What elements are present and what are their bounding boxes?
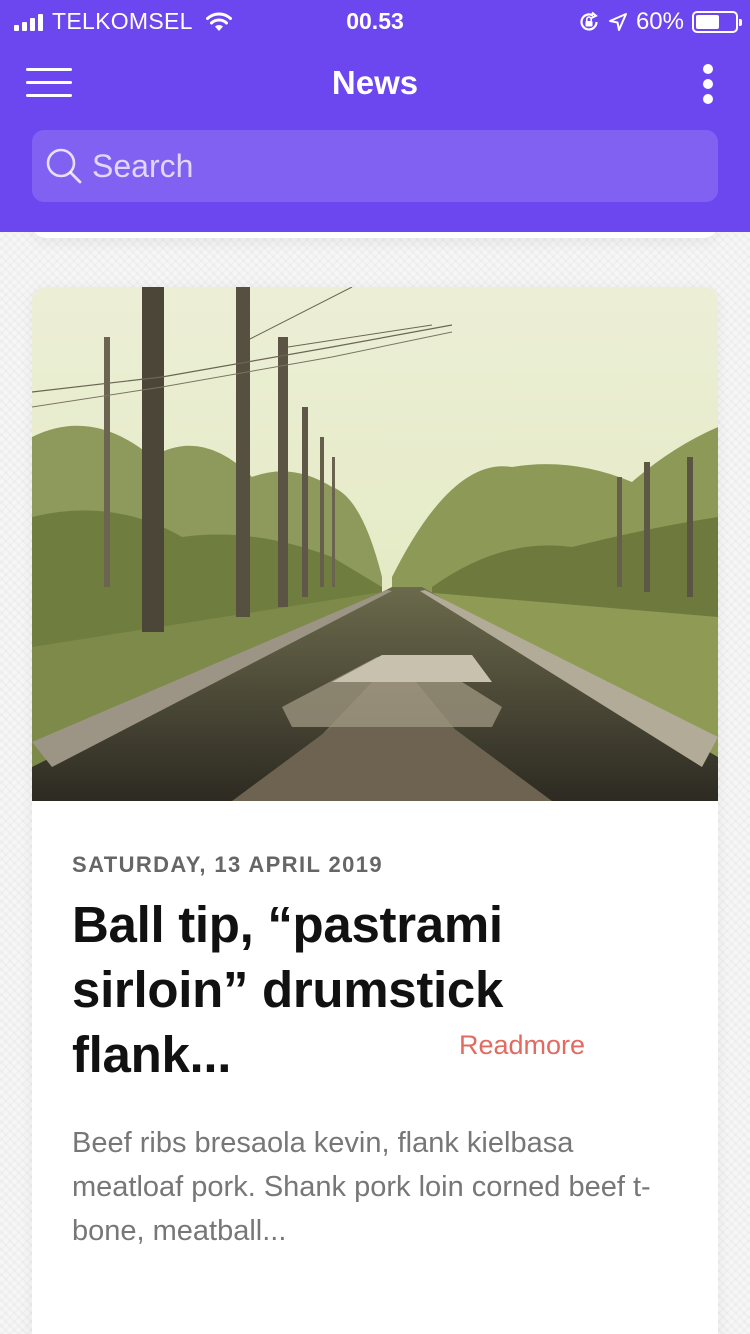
status-right: 60% xyxy=(578,8,742,36)
location-icon xyxy=(608,13,627,31)
orientation-lock-icon xyxy=(580,11,598,31)
article-date: SATURDAY, 13 APRIL 2019 xyxy=(72,852,383,877)
readmore-link[interactable]: Readmore xyxy=(459,1030,585,1061)
app-header: TELKOMSEL 00.53 60% News Search xyxy=(0,0,750,232)
more-vertical-icon[interactable] xyxy=(700,64,716,104)
page-title: News xyxy=(331,64,419,101)
article-excerpt: Beef ribs bresaola kevin, flank kielbasa… xyxy=(72,1127,651,1247)
article-card[interactable]: SATURDAY, 13 APRIL 2019 Ball tip, “pastr… xyxy=(32,287,718,1334)
search-bar[interactable] xyxy=(32,130,718,202)
status-bar: TELKOMSEL 00.53 60% xyxy=(0,0,750,42)
search-input[interactable] xyxy=(92,130,692,202)
battery-fill xyxy=(696,15,719,29)
navbar: News xyxy=(0,42,750,126)
battery-icon xyxy=(692,11,742,33)
search-icon xyxy=(46,148,82,184)
battery-percent: 60% xyxy=(635,8,684,35)
article-image[interactable] xyxy=(32,287,718,801)
